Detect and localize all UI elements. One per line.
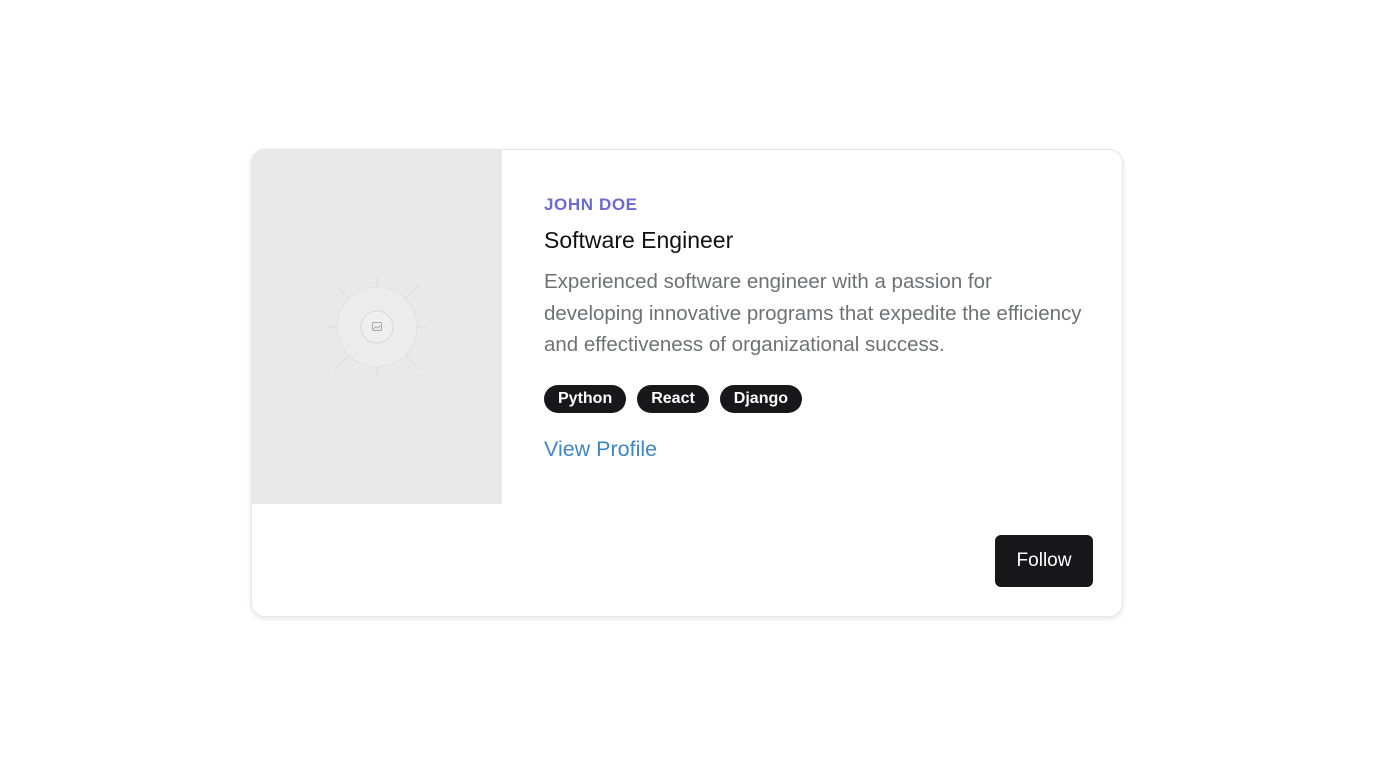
profile-title: Software Engineer	[544, 227, 734, 253]
profile-image-placeholder	[252, 150, 502, 504]
follow-button[interactable]: Follow	[995, 535, 1093, 587]
skill-tags: Python React Django	[544, 384, 1094, 413]
skill-tag-react: React	[637, 384, 709, 413]
skill-tag-django: Django	[719, 384, 803, 413]
image-placeholder-icon	[327, 277, 427, 377]
view-profile-link[interactable]: View Profile	[544, 435, 657, 463]
skill-tag-python: Python	[544, 384, 627, 413]
profile-content: JOHN DOE Software Engineer Experienced s…	[544, 194, 1094, 463]
profile-description: Experienced software engineer with a pas…	[544, 270, 1082, 356]
profile-card: JOHN DOE Software Engineer Experienced s…	[251, 149, 1123, 617]
profile-name: JOHN DOE	[544, 195, 638, 214]
